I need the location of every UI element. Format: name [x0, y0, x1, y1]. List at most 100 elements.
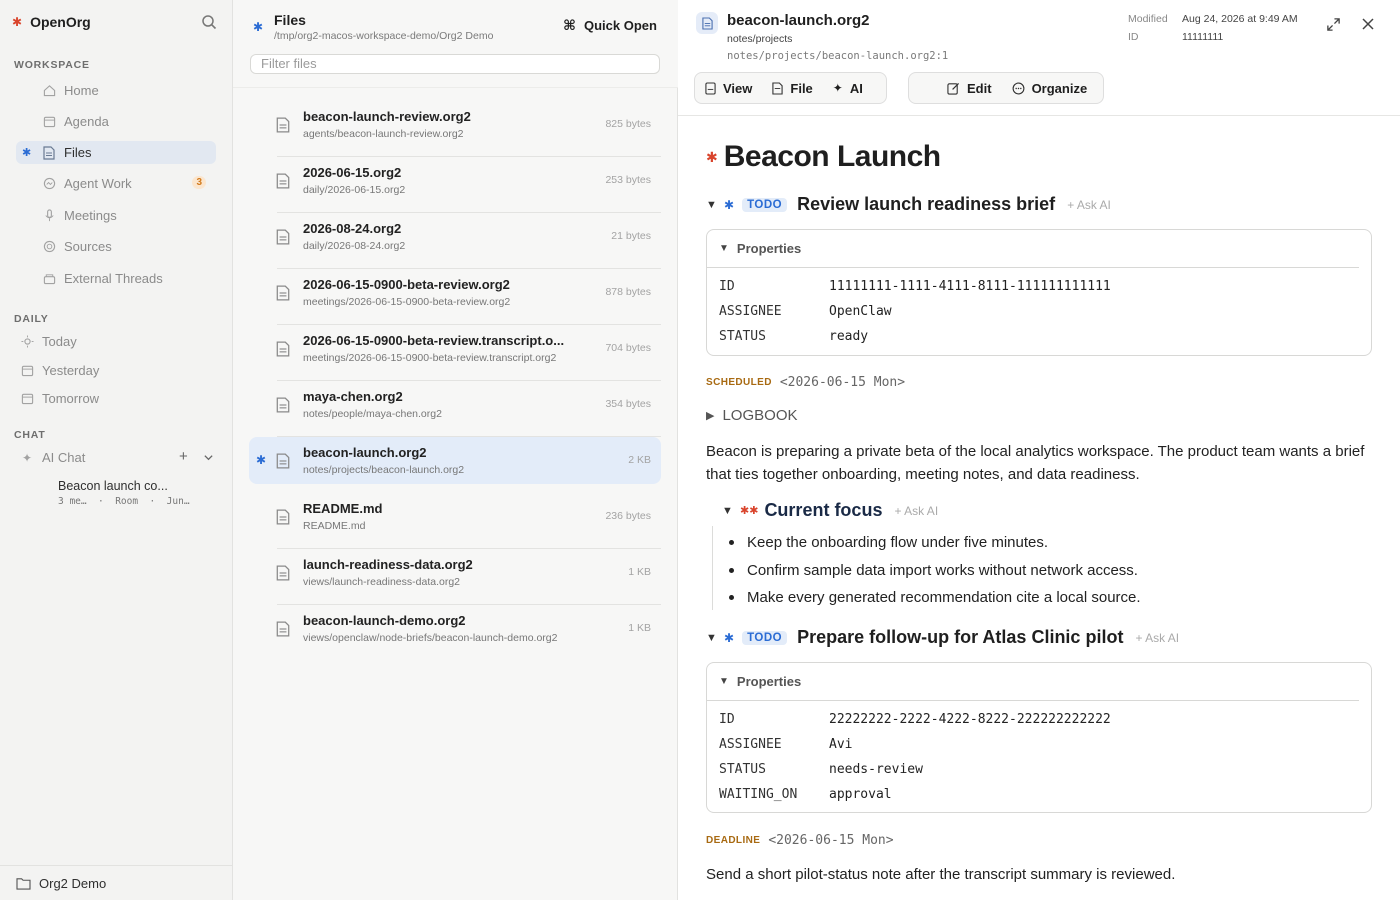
file-icon — [276, 397, 290, 413]
scheduled-date[interactable]: <2026-06-15 Mon> — [780, 375, 905, 390]
section-indent-bar — [712, 526, 713, 610]
list-item-text: Confirm sample data import works without… — [747, 562, 1138, 579]
bullet-dot — [729, 568, 734, 573]
file-row[interactable]: 2026-06-15.org2 daily/2026-06-15.org2 253 … — [249, 157, 661, 213]
ask-ai-link[interactable]: + Ask AI — [1067, 198, 1111, 212]
calendar-icon — [20, 364, 34, 378]
document-location: notes/projects/beacon-launch.org2:1 — [727, 50, 949, 62]
title-star-icon: ✱ — [706, 148, 718, 165]
sidebar-item-meetings[interactable]: Meetings — [16, 204, 216, 227]
close-icon[interactable] — [1361, 17, 1375, 31]
file-size: 253 bytes — [605, 174, 651, 186]
sidebar-item-sources[interactable]: Sources — [16, 235, 216, 258]
ai-button[interactable]: ✦ AI — [823, 73, 873, 103]
organize-label: Organize — [1031, 80, 1088, 96]
expand-icon[interactable] — [1326, 17, 1341, 32]
deadline-date[interactable]: <2026-06-15 Mon> — [768, 833, 893, 848]
quick-open-button[interactable]: ⌘ Quick Open — [563, 17, 657, 34]
file-row[interactable]: 2026-08-24.org2 daily/2026-08-24.org2 21 b… — [249, 213, 661, 269]
file-row[interactable]: launch-readiness-data.org2 views/launch-r… — [249, 549, 661, 605]
collapse-triangle-icon[interactable]: ▼ — [706, 632, 720, 644]
view-button[interactable]: View — [695, 73, 762, 103]
file-size: 1 KB — [628, 622, 651, 634]
heading-text: Review launch readiness brief — [797, 194, 1056, 214]
ask-ai-link[interactable]: + Ask AI — [894, 504, 938, 518]
sidebar-item-tomorrow[interactable]: Tomorrow — [16, 387, 216, 410]
logbook-drawer[interactable]: ▶ LOGBOOK — [706, 407, 798, 424]
section-daily: DAILY — [14, 313, 49, 325]
sidebar-item-agent-work[interactable]: Agent Work 3 — [16, 172, 216, 195]
sidebar-item-yesterday[interactable]: Yesterday — [16, 359, 216, 382]
file-name: 2026-06-15-0900-beta-review.org2 — [303, 277, 510, 292]
collapse-triangle-icon[interactable]: ▼ — [722, 505, 736, 517]
document-dir: notes/projects — [727, 33, 793, 45]
file-size: 354 bytes — [605, 398, 651, 410]
document-file-name: beacon-launch.org2 — [727, 12, 870, 29]
file-name: beacon-launch-demo.org2 — [303, 613, 466, 628]
heading-atlas-followup[interactable]: ▼ ✱ TODO Prepare follow-up for Atlas Cli… — [706, 627, 1179, 648]
file-name: beacon-launch-review.org2 — [303, 109, 471, 124]
todo-badge[interactable]: TODO — [742, 197, 788, 212]
organize-button[interactable]: Organize — [1002, 73, 1098, 103]
file-name: README.md — [303, 501, 383, 516]
edit-button[interactable]: Edit — [937, 73, 1002, 103]
file-icon — [276, 173, 290, 189]
ask-ai-link[interactable]: + Ask AI — [1135, 631, 1179, 645]
file-path: agents/beacon-launch-review.org2 — [303, 128, 464, 140]
file-path: meetings/2026-06-15-0900-beta-review.org… — [303, 296, 511, 308]
sidebar-item-home[interactable]: Home — [16, 79, 216, 102]
sidebar-item-label: AI Chat — [42, 450, 86, 465]
chevron-down-icon[interactable] — [203, 452, 214, 463]
file-row[interactable]: beacon-launch-demo.org2 views/openclaw/no… — [249, 605, 661, 652]
new-chat-plus-icon[interactable]: + — [179, 448, 188, 465]
file-row[interactable]: README.md README.md 236 bytes — [249, 493, 661, 549]
sidebar-item-label: Meetings — [64, 208, 117, 223]
workspace-switcher[interactable]: Org2 Demo — [0, 865, 233, 900]
heading-review-brief[interactable]: ▼ ✱ TODO Review launch readiness brief +… — [706, 194, 1111, 215]
file-row[interactable]: beacon-launch-review.org2 agents/beacon-l… — [249, 101, 661, 157]
sidebar-item-label: Home — [64, 83, 99, 98]
sidebar-item-label: Sources — [64, 239, 112, 254]
file-row[interactable]: 2026-06-15-0900-beta-review.org2 meetings… — [249, 269, 661, 325]
properties-toggle[interactable]: ▼ Properties — [707, 663, 1359, 701]
properties-label: Properties — [736, 241, 802, 256]
heading-star-icon: ✱ — [724, 197, 735, 212]
sidebar-item-today[interactable]: Today — [16, 330, 216, 353]
properties-toggle[interactable]: ▼ Properties — [707, 230, 1359, 268]
file-path: daily/2026-06-15.org2 — [303, 184, 406, 196]
view-toolbar-group: View File ✦ AI — [694, 72, 887, 104]
edit-label: Edit — [967, 80, 992, 96]
file-row[interactable]: ✱ beacon-launch.org2 notes/projects/beacon… — [249, 437, 661, 484]
search-icon[interactable] — [201, 14, 217, 30]
heading-current-focus[interactable]: ▼ ✱✱ Current focus + Ask AI — [722, 500, 938, 521]
sidebar-item-label: Agent Work — [64, 176, 132, 191]
file-row[interactable]: 2026-06-15-0900-beta-review.transcript.o… — [249, 325, 661, 381]
list-item: Keep the onboarding flow under five minu… — [729, 534, 1048, 551]
file-path: views/openclaw/node-briefs/beacon-launch… — [303, 632, 558, 644]
sidebar-item-external-threads[interactable]: External Threads — [16, 267, 216, 290]
list-item-text: Keep the onboarding flow under five minu… — [747, 534, 1049, 551]
chat-thread-title: Beacon launch co... — [58, 479, 168, 493]
file-icon — [276, 285, 290, 301]
workspace-name: Org2 Demo — [39, 875, 107, 891]
file-name: maya-chen.org2 — [303, 389, 403, 404]
chat-thread-item[interactable]: Beacon launch co... 3 me… · Room · Jun… — [58, 479, 218, 507]
property-key: ASSIGNEE — [719, 304, 782, 319]
sidebar-item-files[interactable]: ✱ Files — [16, 141, 216, 164]
sparkle-icon: ✦ — [21, 450, 33, 465]
scheduled-line: SCHEDULED <2026-06-15 Mon> — [706, 375, 905, 390]
collapse-triangle-icon[interactable]: ▼ — [706, 199, 720, 211]
document-view-icon — [705, 81, 716, 95]
property-row: STATUS needs-review — [707, 757, 1371, 782]
file-row[interactable]: maya-chen.org2 notes/people/maya-chen.org… — [249, 381, 661, 437]
sidebar-item-agenda[interactable]: Agenda — [16, 110, 216, 133]
calendar-icon — [42, 115, 56, 129]
sidebar-item-ai-chat[interactable]: ✦ AI Chat + — [16, 446, 216, 469]
file-button[interactable]: File — [762, 73, 822, 103]
id-label: ID — [1128, 31, 1139, 43]
edit-icon — [947, 82, 960, 95]
file-icon — [276, 453, 290, 469]
file-path: notes/projects/beacon-launch.org2 — [303, 464, 465, 476]
filter-files-input[interactable]: Filter files — [250, 54, 660, 74]
todo-badge[interactable]: TODO — [742, 630, 788, 645]
